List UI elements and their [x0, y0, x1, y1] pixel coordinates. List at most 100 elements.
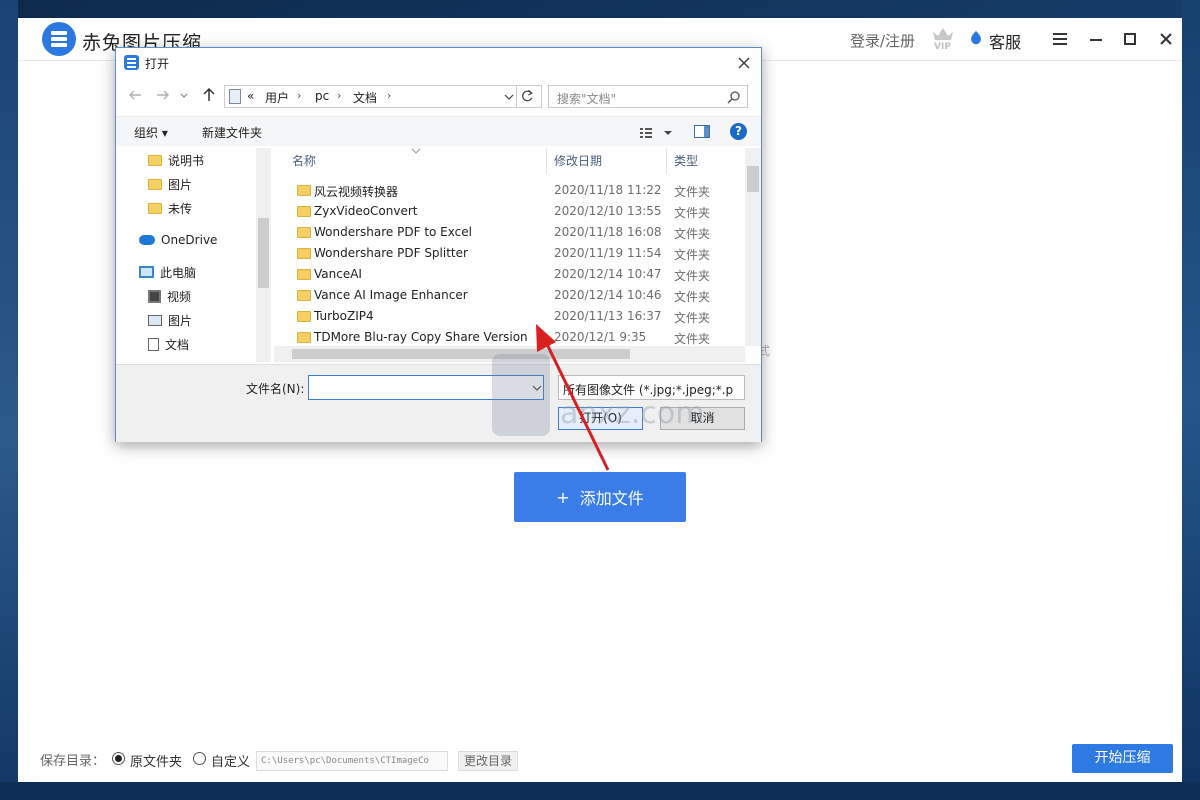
maximize-icon[interactable]	[1118, 27, 1142, 51]
file-date: 2020/11/18 11:22	[554, 183, 662, 197]
address-segment-documents[interactable]: 文档	[353, 89, 377, 106]
file-name: Wondershare PDF to Excel	[314, 225, 472, 239]
folder-icon	[148, 202, 162, 214]
file-row[interactable]: Wondershare PDF to Excel 2020/11/18 16:0…	[274, 222, 746, 243]
folder-icon	[297, 269, 311, 280]
nav-item-manual[interactable]: 说明书	[148, 150, 204, 170]
up-folder-icon[interactable]	[200, 86, 218, 104]
nav-item-label: 此电脑	[160, 265, 197, 280]
file-row[interactable]: TDMore Blu-ray Copy Share Version 2020/1…	[274, 327, 746, 348]
nav-pane-scrollbar-thumb[interactable]	[258, 218, 269, 288]
file-date: 2020/12/1 9:35	[554, 330, 647, 344]
nav-item-videos[interactable]: 视频	[148, 286, 191, 306]
nav-item-this-pc[interactable]: 此电脑	[139, 262, 196, 282]
column-divider[interactable]	[546, 148, 547, 174]
address-segment-users[interactable]: 用户	[265, 89, 289, 106]
address-chevron-icon[interactable]: ›	[387, 89, 391, 102]
file-date: 2020/12/14 10:47	[554, 267, 662, 281]
save-path-field[interactable]: C:\Users\pc\Documents\CTImageCo	[256, 751, 448, 771]
customer-service-icon[interactable]	[969, 30, 983, 46]
close-icon[interactable]	[1154, 27, 1178, 51]
nav-item-label: 图片	[168, 313, 193, 328]
file-date: 2020/12/10 13:55	[554, 204, 662, 218]
start-compress-button[interactable]: 开始压缩	[1072, 744, 1173, 773]
address-dropdown-icon[interactable]	[501, 87, 517, 106]
customer-service-link[interactable]: 客服	[989, 29, 1021, 53]
nav-item-label: 未传	[168, 201, 193, 216]
search-icon[interactable]	[727, 90, 741, 104]
forward-icon[interactable]	[154, 86, 172, 104]
dialog-title: 打开	[145, 57, 170, 71]
column-header-type[interactable]: 类型	[674, 148, 698, 174]
organize-menu[interactable]: 组织 ▾	[134, 124, 168, 141]
file-name: ZyxVideoConvert	[314, 204, 418, 218]
onedrive-icon	[139, 235, 155, 245]
menu-icon[interactable]	[1048, 27, 1072, 51]
dialog-app-icon	[124, 55, 139, 70]
file-row[interactable]: Wondershare PDF Splitter 2020/11/19 11:5…	[274, 243, 746, 264]
this-pc-icon	[139, 266, 154, 278]
nav-item-pictures[interactable]: 图片	[148, 310, 192, 330]
file-row[interactable]: ZyxVideoConvert 2020/12/10 13:55 文件夹	[274, 201, 746, 222]
file-list-vertical-scrollbar-thumb[interactable]	[747, 166, 759, 192]
radio-custom[interactable]	[193, 752, 206, 765]
svg-text:VIP: VIP	[934, 42, 951, 50]
radio-original-folder-label[interactable]: 原文件夹	[130, 751, 182, 770]
file-row[interactable]: VanceAI 2020/12/14 10:47 文件夹	[274, 264, 746, 285]
radio-original-folder[interactable]	[112, 752, 125, 765]
help-icon[interactable]: ?	[730, 123, 747, 140]
column-header-date[interactable]: 修改日期	[554, 148, 602, 174]
folder-icon	[297, 227, 311, 238]
radio-custom-label[interactable]: 自定义	[211, 751, 250, 770]
column-header-name[interactable]: 名称	[292, 148, 316, 174]
column-divider[interactable]	[666, 148, 667, 174]
file-type: 文件夹	[674, 269, 711, 283]
add-file-button[interactable]: + 添加文件	[514, 472, 686, 522]
address-chevron-icon[interactable]: ›	[297, 89, 301, 102]
desktop-background-bottom	[0, 782, 1200, 800]
navigation-pane: 说明书 图片 未传 OneDrive 此电脑 视频 图片 文档	[116, 148, 271, 362]
address-prefix[interactable]: «	[247, 89, 254, 103]
address-segment-pc[interactable]: pc	[315, 89, 329, 103]
address-chevron-icon[interactable]: ›	[337, 89, 341, 102]
desktop-background-right	[1182, 0, 1200, 800]
file-type: 文件夹	[674, 290, 711, 304]
folder-icon	[297, 248, 311, 259]
new-folder-button[interactable]: 新建文件夹	[202, 124, 262, 141]
file-row[interactable]: TurboZIP4 2020/11/13 16:37 文件夹	[274, 306, 746, 327]
preview-pane-icon[interactable]	[694, 125, 710, 138]
file-date: 2020/11/19 11:54	[554, 246, 662, 260]
dialog-close-icon[interactable]	[734, 53, 754, 73]
address-bar[interactable]: « 用户 › pc › 文档 ›	[224, 85, 542, 108]
pictures-icon	[148, 314, 162, 326]
file-date: 2020/11/18 16:08	[554, 225, 662, 239]
file-name: TurboZIP4	[314, 309, 374, 323]
file-list-horizontal-scrollbar-thumb[interactable]	[292, 349, 630, 359]
change-dir-button[interactable]: 更改目录	[458, 751, 518, 771]
file-type: 文件夹	[674, 227, 711, 241]
nav-item-unsent[interactable]: 未传	[148, 198, 192, 218]
refresh-icon[interactable]	[516, 85, 537, 108]
file-row[interactable]: 风云视频转换器 2020/11/18 11:22 文件夹	[274, 180, 746, 201]
file-name: Wondershare PDF Splitter	[314, 246, 468, 260]
file-type: 文件夹	[674, 206, 711, 220]
nav-item-documents[interactable]: 文档	[148, 334, 189, 354]
file-name: TDMore Blu-ray Copy Share Version	[314, 330, 528, 344]
view-options-icon[interactable]	[638, 125, 674, 141]
documents-icon	[148, 337, 159, 351]
videos-icon	[148, 289, 161, 303]
file-row[interactable]: Vance AI Image Enhancer 2020/12/14 10:46…	[274, 285, 746, 306]
watermark-shield-icon	[492, 354, 550, 436]
recent-locations-icon[interactable]	[178, 86, 190, 104]
nav-item-label: 说明书	[168, 153, 205, 168]
address-location-icon	[229, 89, 241, 104]
login-register-link[interactable]: 登录/注册	[850, 30, 915, 51]
file-date: 2020/11/13 16:37	[554, 309, 662, 323]
nav-item-pictures-folder[interactable]: 图片	[148, 174, 192, 194]
nav-item-onedrive[interactable]: OneDrive	[139, 230, 217, 250]
back-icon[interactable]	[126, 86, 144, 104]
search-input[interactable]: 搜索"文档"	[548, 85, 748, 108]
minimize-icon[interactable]	[1084, 27, 1108, 51]
vip-icon[interactable]: VIP	[930, 24, 956, 50]
file-name: Vance AI Image Enhancer	[314, 288, 468, 302]
